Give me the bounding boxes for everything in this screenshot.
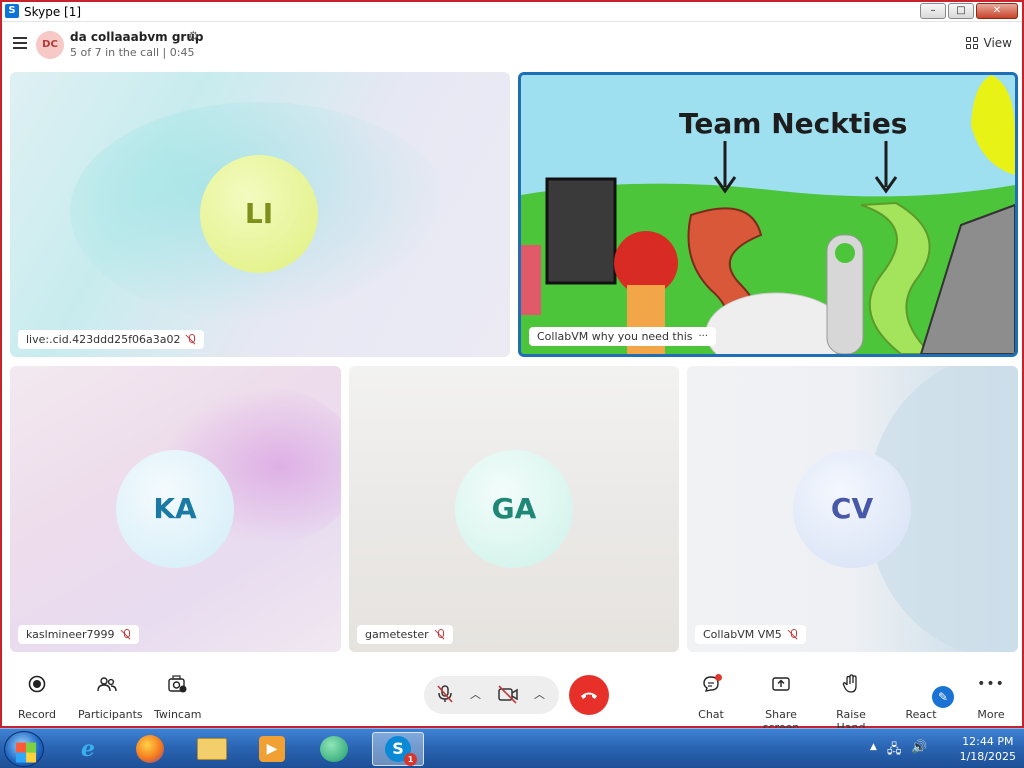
share-caption: Team Neckties bbox=[679, 107, 907, 140]
skype-taskbar-icon[interactable]: S1 bbox=[372, 732, 424, 766]
chat-label: Chat bbox=[698, 708, 724, 721]
group-avatar[interactable]: DC bbox=[36, 31, 64, 59]
firefox-icon[interactable] bbox=[124, 732, 176, 766]
chat-button[interactable]: Chat bbox=[694, 672, 728, 721]
internet-explorer-icon[interactable]: e bbox=[62, 732, 114, 766]
participant-name: CollabVM VM5 bbox=[703, 628, 782, 641]
screen-share-tile[interactable]: Team Neckties CollabVM why you need this… bbox=[518, 72, 1018, 357]
shared-screen-content: Team Neckties bbox=[521, 75, 1015, 354]
participant-name-label: kaslmineer7999 bbox=[18, 625, 139, 644]
clock-date: 1/18/2025 bbox=[959, 750, 1016, 763]
media-player-icon[interactable]: ▶ bbox=[246, 732, 298, 766]
mic-off-icon bbox=[788, 629, 798, 640]
edit-pencil-icon[interactable]: ✎ bbox=[932, 686, 954, 708]
volume-icon[interactable]: 🔊 bbox=[911, 740, 927, 762]
mic-toggle-button[interactable] bbox=[435, 684, 455, 708]
camera-toggle-button[interactable] bbox=[497, 684, 519, 708]
maximize-button[interactable]: □ bbox=[948, 3, 974, 19]
windows-taskbar: ■ ■ ■ ■ e ▶ S1 ▲ 🖧 🔊 12:44 PM 1/18/2025 bbox=[0, 728, 1024, 768]
participant-tile-ga[interactable]: GA gametester bbox=[349, 366, 679, 652]
participant-avatar: GA bbox=[455, 450, 573, 568]
file-explorer-icon[interactable] bbox=[186, 732, 238, 766]
twincam-button[interactable]: Twincam bbox=[154, 672, 202, 721]
mic-options-chevron-icon[interactable]: ︿ bbox=[470, 686, 481, 702]
mic-off-icon bbox=[435, 629, 445, 640]
window-controls: – □ ✕ bbox=[920, 3, 1018, 19]
participant-name: gametester bbox=[365, 628, 429, 641]
clock[interactable]: 12:44 PM 1/18/2025 bbox=[960, 734, 1016, 764]
phone-hangup-icon bbox=[581, 692, 597, 699]
record-icon bbox=[16, 672, 58, 696]
view-button[interactable]: View bbox=[965, 36, 1012, 50]
mic-off-icon bbox=[121, 629, 131, 640]
camera-off-icon bbox=[498, 685, 518, 704]
group-name[interactable]: da collaaabvm grup bbox=[70, 30, 203, 44]
participant-name-label: live:.cid.423ddd25f06a3a02 bbox=[18, 330, 205, 349]
participants-icon bbox=[78, 672, 136, 696]
call-status: 5 of 7 in the call | 0:45 bbox=[70, 46, 195, 59]
participant-name: live:.cid.423ddd25f06a3a02 bbox=[26, 333, 181, 346]
gear-icon[interactable]: ⚙ bbox=[188, 29, 199, 43]
hangup-button[interactable] bbox=[569, 675, 609, 715]
unread-indicator bbox=[715, 674, 722, 681]
participants-button[interactable]: Participants bbox=[78, 672, 143, 721]
skype-app-icon: S bbox=[5, 4, 19, 18]
record-label: Record bbox=[17, 708, 56, 721]
close-button[interactable]: ✕ bbox=[976, 3, 1018, 19]
participant-avatar: KA bbox=[116, 450, 234, 568]
window-title: Skype [1] bbox=[24, 5, 82, 19]
show-hidden-icons-icon[interactable]: ▲ bbox=[870, 742, 877, 762]
camera-options-chevron-icon[interactable]: ︿ bbox=[534, 686, 545, 702]
raise-hand-icon bbox=[822, 672, 880, 696]
title-bar[interactable]: S Skype [1] – □ ✕ bbox=[2, 2, 1022, 22]
participant-name-label: gametester bbox=[357, 625, 453, 644]
start-button[interactable]: ■ ■ ■ ■ bbox=[4, 731, 44, 767]
participant-tile-cv[interactable]: CV CollabVM VM5 bbox=[687, 366, 1018, 652]
live-messenger-icon[interactable] bbox=[308, 732, 360, 766]
system-tray: ▲ 🖧 🔊 bbox=[870, 740, 928, 762]
mic-off-icon bbox=[437, 685, 453, 703]
participant-name: kaslmineer7999 bbox=[26, 628, 115, 641]
call-toolbar: Record Participants Twincam ︿ ︿ Chat Sha… bbox=[2, 664, 1022, 734]
grid-view-icon bbox=[965, 37, 978, 49]
more-options-icon[interactable]: ··· bbox=[699, 331, 709, 342]
chat-icon bbox=[694, 672, 728, 696]
participant-tile-li[interactable]: LI live:.cid.423ddd25f06a3a02 bbox=[10, 72, 510, 357]
raise-hand-button[interactable]: Raise Hand bbox=[822, 672, 880, 734]
participant-name-label: CollabVM VM5 bbox=[695, 625, 806, 644]
participant-name: CollabVM why you need this bbox=[537, 330, 693, 343]
more-button[interactable]: ••• More bbox=[974, 672, 1008, 721]
view-label: View bbox=[983, 36, 1012, 50]
participant-tile-ka[interactable]: KA kaslmineer7999 bbox=[10, 366, 341, 652]
record-button[interactable]: Record bbox=[16, 672, 58, 721]
media-controls-group: ︿ ︿ bbox=[424, 676, 559, 714]
react-label: React bbox=[905, 708, 937, 721]
network-icon[interactable]: 🖧 bbox=[887, 740, 902, 762]
skype-window: S Skype [1] – □ ✕ DC da collaaabvm grup … bbox=[0, 0, 1024, 734]
twincam-label: Twincam bbox=[154, 708, 202, 721]
share-screen-icon bbox=[748, 672, 814, 696]
participant-name-label: CollabVM why you need this ··· bbox=[529, 327, 717, 346]
share-screen-button[interactable]: Share screen bbox=[748, 672, 814, 734]
notification-badge: 1 bbox=[404, 753, 417, 766]
clock-time: 12:44 PM bbox=[962, 735, 1014, 748]
participant-avatar: CV bbox=[793, 450, 911, 568]
more-icon: ••• bbox=[977, 676, 1005, 692]
twincam-icon bbox=[154, 672, 200, 696]
more-label: More bbox=[977, 708, 1005, 721]
mic-off-icon bbox=[186, 334, 196, 345]
participants-label: Participants bbox=[78, 708, 143, 721]
minimize-button[interactable]: – bbox=[920, 3, 946, 19]
call-header: DC da collaaabvm grup ⚙ 5 of 7 in the ca… bbox=[2, 23, 1022, 67]
hamburger-menu-icon[interactable] bbox=[13, 37, 27, 49]
participant-avatar: LI bbox=[200, 155, 318, 273]
